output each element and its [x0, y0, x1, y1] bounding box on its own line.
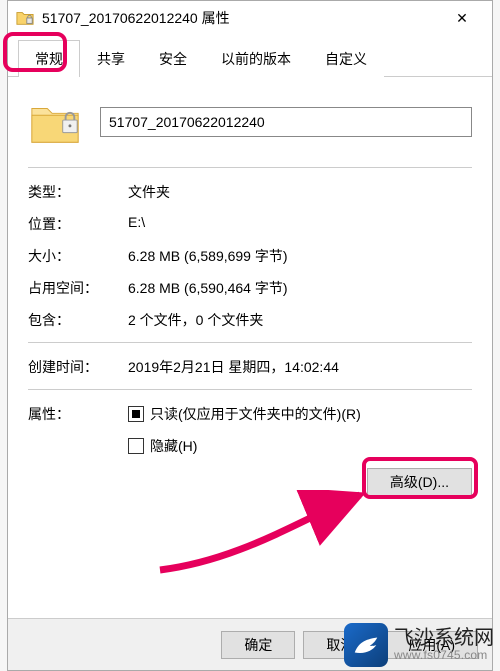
folder-lock-icon — [28, 95, 82, 149]
apply-button[interactable]: 应用(A) — [385, 631, 478, 659]
tab-security[interactable]: 安全 — [142, 40, 204, 77]
tab-general[interactable]: 常规 — [18, 40, 80, 77]
tab-customize[interactable]: 自定义 — [308, 40, 384, 77]
value-type: 文件夹 — [128, 182, 472, 202]
divider — [28, 342, 472, 343]
readonly-checkbox-label: 只读(仅应用于文件夹中的文件)(R) — [150, 404, 361, 424]
checkbox-indeterminate-icon — [128, 406, 144, 422]
value-size-on-disk: 6.28 MB (6,590,464 字节) — [128, 278, 472, 298]
titlebar: 51707_20170622012240 属性 ✕ — [8, 1, 492, 35]
tab-general-panel: 类型：文件夹 位置：E:\ 大小：6.28 MB (6,589,699 字节) … — [8, 77, 492, 520]
label-contains: 包含： — [28, 310, 128, 330]
value-created: 2019年2月21日 星期四，14:02:44 — [128, 357, 472, 377]
tab-previous-versions[interactable]: 以前的版本 — [204, 40, 308, 77]
advanced-button[interactable]: 高级(D)... — [367, 468, 472, 496]
label-location: 位置： — [28, 214, 128, 234]
label-size: 大小： — [28, 246, 128, 266]
tabstrip: 常规 共享 安全 以前的版本 自定义 — [8, 39, 492, 77]
checkbox-empty-icon — [128, 438, 144, 454]
close-button[interactable]: ✕ — [440, 4, 484, 32]
ok-button[interactable]: 确定 — [221, 631, 295, 659]
folder-name-input[interactable] — [100, 107, 472, 137]
value-location: E:\ — [128, 214, 472, 230]
label-size-on-disk: 占用空间： — [28, 278, 128, 298]
label-created: 创建时间： — [28, 357, 128, 377]
properties-dialog: 51707_20170622012240 属性 ✕ 常规 共享 安全 以前的版本… — [7, 0, 493, 671]
readonly-checkbox[interactable]: 只读(仅应用于文件夹中的文件)(R) — [128, 404, 361, 424]
folder-lock-icon — [16, 9, 34, 27]
tab-sharing[interactable]: 共享 — [80, 40, 142, 77]
hidden-checkbox[interactable]: 隐藏(H) — [128, 436, 197, 456]
label-attributes: 属性： — [28, 404, 128, 424]
label-type: 类型： — [28, 182, 128, 202]
value-size: 6.28 MB (6,589,699 字节) — [128, 246, 472, 266]
hidden-checkbox-label: 隐藏(H) — [150, 436, 197, 456]
cancel-button[interactable]: 取消 — [303, 631, 377, 659]
divider — [28, 389, 472, 390]
value-contains: 2 个文件，0 个文件夹 — [128, 310, 472, 330]
window-title: 51707_20170622012240 属性 — [42, 8, 440, 28]
divider — [28, 167, 472, 168]
dialog-footer: 确定 取消 应用(A) — [8, 618, 492, 670]
